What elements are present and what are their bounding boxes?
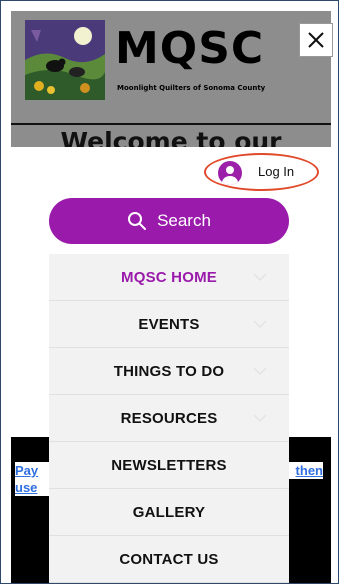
site-tagline: Moonlight Quilters of Sonoma County xyxy=(117,84,266,92)
nav-item-label: THINGS TO DO xyxy=(113,362,225,380)
login-button[interactable]: Log In xyxy=(204,153,319,191)
nav-item-label: MQSC HOME xyxy=(121,268,217,286)
search-label: Search xyxy=(157,211,211,230)
nav-item-events[interactable]: EVENTS xyxy=(49,301,289,348)
pay-link-line2: use xyxy=(15,480,38,495)
pay-link-line1: Pay xyxy=(15,463,39,478)
search-button[interactable]: Search xyxy=(49,198,289,244)
nav-item-resources[interactable]: RESOURCES xyxy=(49,395,289,442)
close-menu-button[interactable] xyxy=(299,23,333,57)
nav-item-label: CONTACT US xyxy=(119,550,219,568)
nav-item-mqsc-home[interactable]: MQSC HOME xyxy=(49,254,289,301)
mobile-viewport: MQSC Moonlight Quilters of Sonoma County… xyxy=(0,0,339,584)
nav-item-contact-us[interactable]: CONTACT US xyxy=(49,536,289,583)
nav-item-label: GALLERY xyxy=(132,503,206,521)
nav-item-label: RESOURCES xyxy=(120,409,218,427)
nav-item-things-to-do[interactable]: THINGS TO DO xyxy=(49,348,289,395)
nav-item-newsletters[interactable]: NEWSLETTERS xyxy=(49,442,289,489)
welcome-band: Welcome to our xyxy=(11,125,331,147)
nav-item-label: NEWSLETTERS xyxy=(111,456,227,474)
nav-item-gallery[interactable]: GALLERY xyxy=(49,489,289,536)
chevron-down-icon[interactable] xyxy=(253,414,267,423)
chevron-down-icon[interactable] xyxy=(253,320,267,329)
site-header: MQSC Moonlight Quilters of Sonoma County xyxy=(11,11,331,123)
login-label: Log In xyxy=(258,164,295,179)
chevron-down-icon[interactable] xyxy=(253,367,267,376)
welcome-heading: Welcome to our xyxy=(60,127,282,147)
quilt-birds-logo-icon[interactable] xyxy=(25,20,105,100)
chevron-down-icon[interactable] xyxy=(253,273,267,282)
search-icon xyxy=(128,212,147,230)
user-avatar-icon xyxy=(218,161,242,185)
nav-item-label: EVENTS xyxy=(138,315,200,333)
close-icon xyxy=(308,32,324,48)
then-link[interactable]: then xyxy=(289,462,323,479)
site-brand[interactable]: MQSC xyxy=(115,27,264,71)
main-nav-menu: MQSC HOME EVENTS THINGS TO DO RESOURCES … xyxy=(49,254,289,583)
